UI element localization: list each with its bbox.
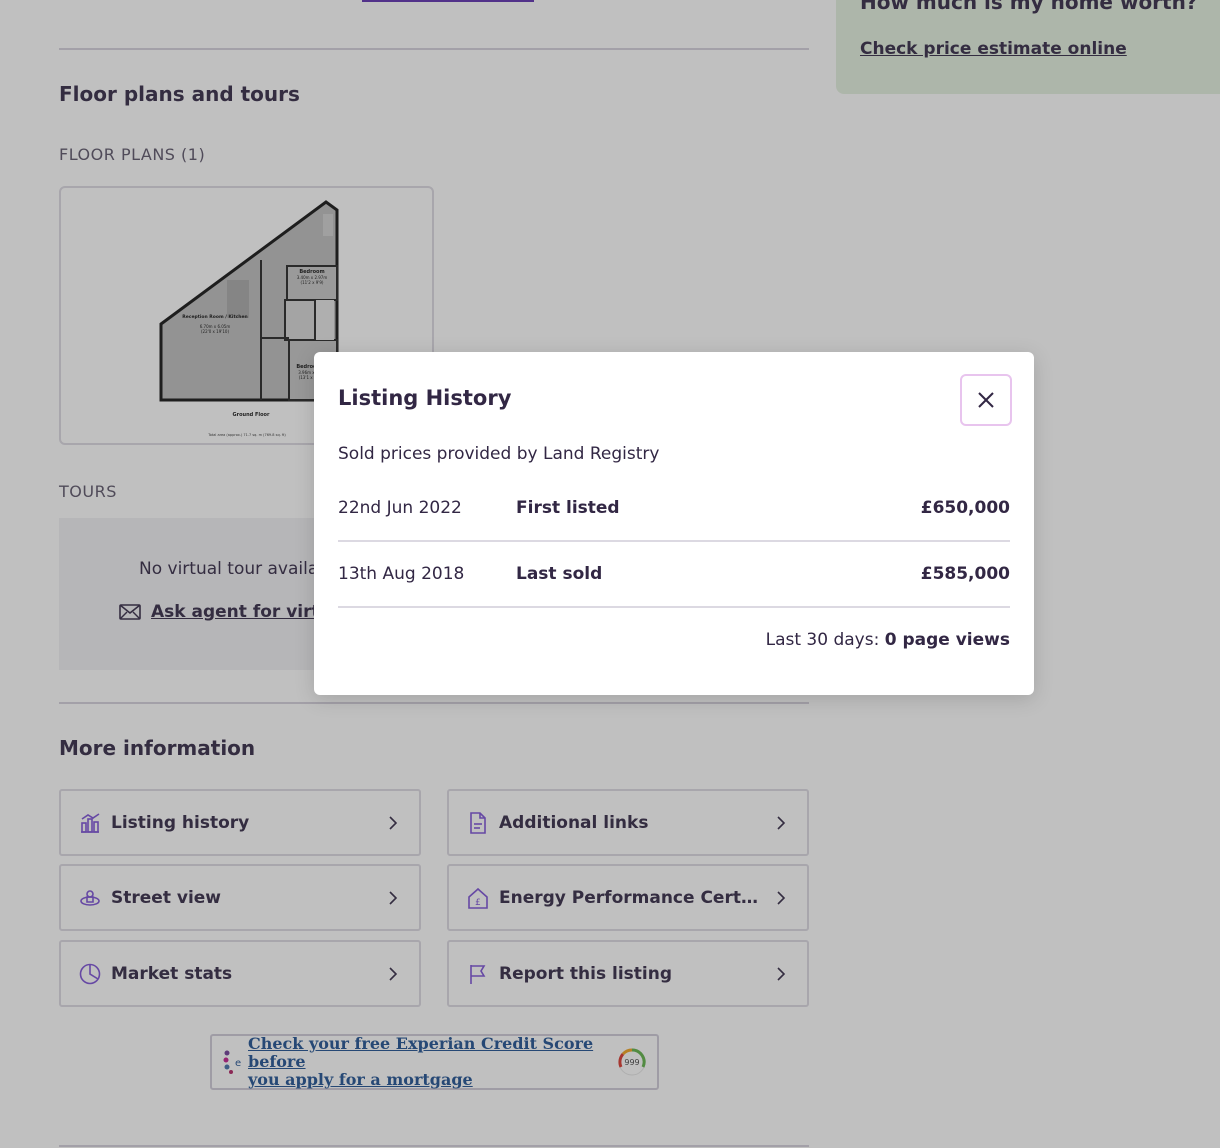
history-date: 13th Aug 2018 — [338, 564, 465, 584]
page-views-prefix: Last 30 days: — [765, 630, 880, 650]
close-icon — [978, 392, 994, 408]
history-row: 13th Aug 2018 Last sold £585,000 — [338, 542, 1010, 608]
page-views-value: 0 page views — [884, 630, 1010, 650]
modal-title: Listing History — [338, 386, 512, 410]
history-price: £585,000 — [920, 564, 1010, 584]
history-row: 22nd Jun 2022 First listed £650,000 — [338, 476, 1010, 542]
history-event: Last sold — [516, 564, 603, 584]
page-views-stat: Last 30 days: 0 page views — [766, 630, 1010, 650]
history-price: £650,000 — [920, 498, 1010, 518]
listing-history-modal: Listing History Sold prices provided by … — [314, 352, 1034, 695]
history-event: First listed — [516, 498, 620, 518]
history-date: 22nd Jun 2022 — [338, 498, 462, 518]
close-button[interactable] — [960, 374, 1012, 426]
land-registry-source: Sold prices provided by Land Registry — [338, 444, 660, 464]
